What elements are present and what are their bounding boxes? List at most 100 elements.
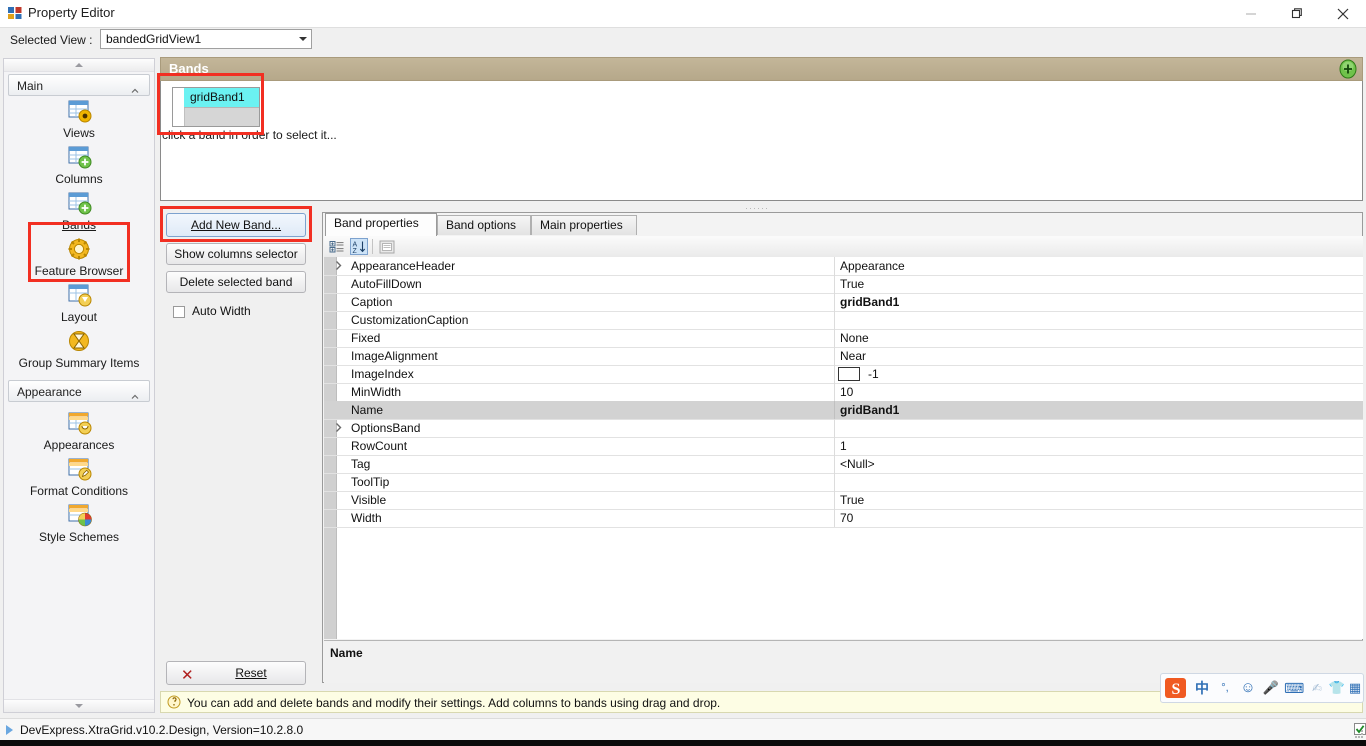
property-row[interactable]: Tag <Null> bbox=[324, 455, 1363, 474]
sidebar-item-bands[interactable]: Bands bbox=[4, 188, 154, 234]
show-columns-selector-button[interactable]: Show columns selector bbox=[166, 243, 306, 265]
sidebar-item-group-summary-items[interactable]: Group Summary Items bbox=[4, 326, 154, 372]
add-new-band-button[interactable]: Add New Band... bbox=[166, 213, 306, 237]
alphabetical-sort-icon[interactable]: A Z bbox=[350, 238, 368, 255]
reset-button[interactable]: ✕ Reset bbox=[166, 661, 306, 685]
property-row[interactable]: Name gridBand1 bbox=[324, 401, 1363, 420]
soft-keyboard-icon[interactable]: ⌨ bbox=[1284, 678, 1304, 698]
property-row[interactable]: CustomizationCaption bbox=[324, 311, 1363, 330]
close-button[interactable] bbox=[1320, 0, 1366, 27]
sidebar-group-appearance[interactable]: Appearance bbox=[8, 380, 150, 402]
tab-main-properties[interactable]: Main properties bbox=[531, 215, 637, 235]
categorized-icon[interactable] bbox=[328, 238, 346, 255]
band-caption-cell[interactable]: gridBand1 bbox=[184, 88, 259, 108]
property-row[interactable]: ImageIndex -1 bbox=[324, 365, 1363, 384]
property-value[interactable]: True bbox=[840, 493, 864, 507]
property-row[interactable]: Visible True bbox=[324, 491, 1363, 510]
column-separator[interactable] bbox=[834, 419, 835, 437]
skin-icon[interactable]: 👕 bbox=[1327, 678, 1347, 698]
bands-panel-title: Bands bbox=[169, 61, 209, 76]
tab-band-properties[interactable]: Band properties bbox=[325, 213, 437, 236]
add-band-green-icon[interactable] bbox=[1338, 59, 1358, 79]
property-value[interactable]: Appearance bbox=[840, 259, 905, 273]
bands-designer-area[interactable]: gridBand1 bbox=[160, 81, 1363, 201]
sidebar-item-appearances[interactable]: Appearances bbox=[4, 408, 154, 454]
sidebar-item-views[interactable]: Views bbox=[4, 96, 154, 142]
column-separator[interactable] bbox=[834, 491, 835, 509]
property-row[interactable]: MinWidth 10 bbox=[324, 383, 1363, 402]
property-value[interactable]: 1 bbox=[840, 439, 847, 453]
property-pages-icon[interactable] bbox=[378, 238, 396, 255]
property-name: Name bbox=[351, 403, 384, 417]
play-triangle-icon bbox=[6, 725, 13, 735]
property-row[interactable]: Width 70 bbox=[324, 509, 1363, 528]
auto-width-label: Auto Width bbox=[192, 304, 251, 318]
selected-view-combobox[interactable]: bandedGridView1 bbox=[100, 29, 312, 49]
property-value[interactable]: gridBand1 bbox=[840, 403, 899, 417]
column-separator[interactable] bbox=[834, 401, 835, 419]
sidebar-item-appearances-label: Appearances bbox=[43, 438, 115, 452]
sidebar-item-format-conditions[interactable]: Format Conditions bbox=[4, 454, 154, 500]
sidebar-item-bands-label: Bands bbox=[61, 218, 97, 232]
columns-icon bbox=[65, 145, 93, 171]
property-value[interactable]: True bbox=[840, 277, 864, 291]
voice-input-icon[interactable]: 🎤 bbox=[1261, 678, 1281, 698]
sidebar-item-style-schemes[interactable]: Style Schemes bbox=[4, 500, 154, 546]
property-row[interactable]: AppearanceHeader Appearance bbox=[324, 257, 1363, 276]
maximize-button[interactable] bbox=[1274, 0, 1320, 27]
toolbox-icon[interactable]: ▦ bbox=[1345, 678, 1365, 698]
sogou-logo-icon[interactable]: S bbox=[1164, 676, 1188, 700]
sidebar-item-feature-browser[interactable]: Feature Browser bbox=[4, 234, 154, 280]
column-separator[interactable] bbox=[834, 311, 835, 329]
property-grid-rows[interactable]: AppearanceHeader Appearance AutoFillDown Tr… bbox=[324, 257, 1363, 639]
tab-band-options[interactable]: Band options bbox=[437, 215, 531, 235]
column-separator[interactable] bbox=[834, 293, 835, 311]
property-name: Fixed bbox=[351, 331, 381, 345]
property-row[interactable]: AutoFillDown True bbox=[324, 275, 1363, 294]
chinese-mode-icon[interactable]: 中 bbox=[1192, 678, 1212, 698]
expand-chevron-icon[interactable] bbox=[332, 421, 345, 434]
property-value[interactable]: -1 bbox=[868, 367, 879, 381]
column-separator[interactable] bbox=[834, 257, 835, 275]
property-description-title: Name bbox=[330, 646, 363, 660]
column-separator[interactable] bbox=[834, 509, 835, 527]
property-value[interactable]: None bbox=[840, 331, 869, 345]
resize-grip[interactable] bbox=[1352, 727, 1364, 739]
sidebar-scroll-up-button[interactable] bbox=[4, 59, 154, 72]
property-value[interactable]: Near bbox=[840, 349, 866, 363]
scroll-up-arrow-icon bbox=[75, 63, 83, 67]
property-row[interactable]: Fixed None bbox=[324, 329, 1363, 348]
column-separator[interactable] bbox=[834, 365, 835, 383]
minimize-button[interactable] bbox=[1228, 0, 1274, 27]
column-separator[interactable] bbox=[834, 329, 835, 347]
property-row[interactable]: RowCount 1 bbox=[324, 437, 1363, 456]
band-item-gridband1[interactable]: gridBand1 bbox=[172, 87, 260, 127]
property-value[interactable]: 70 bbox=[840, 511, 853, 525]
column-separator[interactable] bbox=[834, 383, 835, 401]
column-separator[interactable] bbox=[834, 455, 835, 473]
band-caption-text: gridBand1 bbox=[190, 90, 245, 104]
property-value[interactable]: <Null> bbox=[840, 457, 875, 471]
sidebar-item-columns[interactable]: Columns bbox=[4, 142, 154, 188]
sidebar-item-layout[interactable]: Layout bbox=[4, 280, 154, 326]
column-separator[interactable] bbox=[834, 437, 835, 455]
punctuation-mode-icon[interactable]: °, bbox=[1215, 678, 1235, 698]
property-row[interactable]: ImageAlignment Near bbox=[324, 347, 1363, 366]
column-separator[interactable] bbox=[834, 347, 835, 365]
sidebar-scroll-down-button[interactable] bbox=[4, 699, 154, 712]
property-name: OptionsBand bbox=[351, 421, 421, 435]
handwriting-icon[interactable]: ✍ bbox=[1307, 678, 1327, 698]
column-separator[interactable] bbox=[834, 275, 835, 293]
expand-chevron-icon[interactable] bbox=[332, 259, 345, 272]
property-value[interactable]: 10 bbox=[840, 385, 853, 399]
sidebar-group-main[interactable]: Main bbox=[8, 74, 150, 96]
property-row[interactable]: Caption gridBand1 bbox=[324, 293, 1363, 312]
sidebar-item-group-summary-items-label: Group Summary Items bbox=[18, 356, 140, 370]
property-row[interactable]: OptionsBand bbox=[324, 419, 1363, 438]
property-value[interactable]: gridBand1 bbox=[840, 295, 899, 309]
delete-selected-band-button[interactable]: Delete selected band bbox=[166, 271, 306, 293]
sidebar: Main Views Columns Bands Feature Browser… bbox=[3, 58, 155, 713]
property-row[interactable]: ToolTip bbox=[324, 473, 1363, 492]
column-separator[interactable] bbox=[834, 473, 835, 491]
emoji-icon[interactable]: ☺ bbox=[1238, 678, 1258, 698]
